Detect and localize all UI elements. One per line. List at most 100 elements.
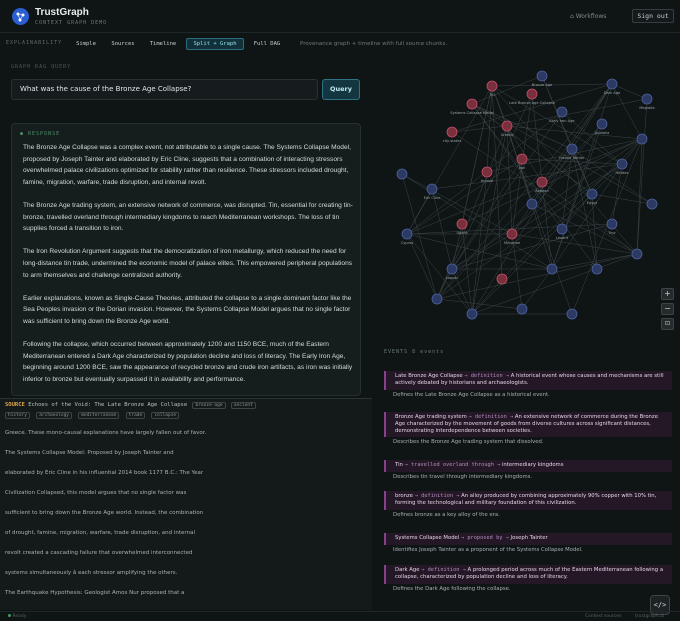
graph-node[interactable] [431, 293, 443, 305]
graph-node[interactable] [546, 263, 558, 275]
graph-node-label: Levant [556, 236, 569, 240]
source-title: Echoes of the Void: The Late Bronze Age … [28, 402, 188, 408]
query-input[interactable]: What was the cause of the Bronze Age Col… [11, 79, 318, 100]
source-chip: ancient [230, 402, 256, 409]
graph-node[interactable] [616, 158, 628, 170]
source-chip: collapse [151, 412, 180, 419]
sign-out-button[interactable]: Sign out [632, 9, 674, 23]
query-label: GRAPH RAG QUERY [11, 64, 72, 70]
graph-node[interactable] [566, 308, 578, 320]
provenance-graph[interactable]: Bronze Age Tin Late Bronze Age Collapse Dar… [372, 64, 680, 346]
zoom-out-button[interactable]: − [661, 303, 674, 315]
tab-timeline[interactable]: Timeline [144, 38, 182, 50]
tab-simple[interactable]: Simple [70, 38, 102, 50]
event-relation: → travelled overland through → [404, 462, 501, 468]
graph-node[interactable] [516, 303, 528, 315]
event-subject: Bronze Age trading system [395, 414, 467, 420]
event-item[interactable]: Systems Collapse Model → proposed by → J… [384, 533, 672, 553]
graph-edge [406, 233, 553, 270]
event-object: Joseph Tainter [510, 535, 548, 541]
tab-sources[interactable]: Sources [106, 38, 140, 50]
source-chip: archaeology [36, 412, 72, 419]
graph-edge [471, 253, 638, 315]
app-header: TrustGraph CONTEXT GRAPH DEMO ⌂ Workflow… [0, 0, 680, 33]
event-subject: Late Bronze Age Collapse [395, 373, 463, 379]
event-item[interactable]: Dark Age → definition → A prolonged peri… [384, 565, 672, 592]
graph-node[interactable] [466, 308, 478, 320]
event-triple: Dark Age → definition → A prolonged peri… [384, 565, 672, 584]
graph-node[interactable] [596, 118, 608, 130]
zoom-in-button[interactable]: + [661, 288, 674, 300]
source-chip: mediterranean [78, 412, 120, 419]
graph-node[interactable] [536, 176, 548, 188]
graph-node[interactable] [591, 263, 603, 275]
graph-node[interactable] [426, 183, 438, 195]
tab-full-dag[interactable]: Full DAG [248, 38, 286, 50]
event-triple: Tin → travelled overland through → inter… [384, 460, 672, 472]
graph-edge [451, 125, 508, 133]
response-panel: ● RESPONSE The Bronze Age Collapse was a… [11, 123, 361, 396]
graph-node[interactable] [526, 88, 538, 100]
event-description: Describes the Bronze Age trading system … [393, 439, 544, 446]
source-line: Greece. These mono-causal explanations h… [5, 430, 207, 436]
graph-node[interactable] [586, 188, 598, 200]
graph-node-label: Megiddo [639, 106, 654, 110]
graph-node[interactable] [526, 198, 538, 210]
graph-node[interactable] [646, 198, 658, 210]
graph-node-label: Greece [501, 133, 515, 137]
graph-edge [471, 163, 623, 315]
source-tag: SOURCE [5, 402, 25, 408]
graph-node[interactable] [516, 153, 528, 165]
graph-node[interactable] [496, 273, 508, 285]
event-triple: Systems Collapse Model → proposed by → J… [384, 533, 672, 545]
graph-node[interactable] [456, 218, 468, 230]
query-button[interactable]: Query [322, 79, 360, 100]
event-item[interactable]: Bronze Age trading system → definition →… [384, 412, 672, 445]
graph-node-label: Joseph Tainter [558, 156, 585, 160]
graph-node[interactable] [446, 126, 458, 138]
trustgraph-logo-icon [12, 8, 29, 25]
source-chips: history archaeology mediterranean trade … [3, 410, 180, 419]
source-line: sufficient to bring down the Bronze Age … [5, 510, 204, 516]
graph-node[interactable] [486, 80, 498, 92]
graph-node[interactable] [536, 70, 548, 82]
graph-node-label: copper [446, 276, 459, 280]
graph-node-label: Early Iron Age [549, 119, 575, 123]
graph-node[interactable] [606, 218, 618, 230]
graph-node[interactable] [446, 263, 458, 275]
graph-node[interactable] [631, 248, 643, 260]
graph-node[interactable] [401, 228, 413, 240]
response-paragraph: The Bronze Age trading system, an extens… [23, 201, 353, 233]
graph-node-label: Late Bronze Age Collapse [509, 101, 556, 105]
event-relation: → definition → [464, 373, 510, 379]
graph-node[interactable] [501, 120, 513, 132]
graph-node[interactable] [396, 168, 408, 180]
graph-node[interactable] [466, 98, 478, 110]
tab-split-graph[interactable]: Split + Graph [186, 38, 244, 50]
event-description: Defines bronze as a key alloy of the era… [393, 511, 500, 518]
graph-node[interactable] [641, 93, 653, 105]
graph-node[interactable] [606, 78, 618, 90]
graph-node[interactable] [636, 133, 648, 145]
graph-canvas[interactable]: Bronze Age Tin Late Bronze Age Collapse Dar… [372, 64, 680, 346]
event-relation: → definition → [421, 567, 466, 573]
source-line: Civilization Collapsed, this model argue… [5, 490, 187, 496]
tab-description: Provenance graph + timeline with full so… [300, 41, 448, 47]
graph-edge [436, 83, 613, 300]
event-item[interactable]: bronze → definition → An alloy produced … [384, 491, 672, 518]
graph-edge [551, 163, 623, 270]
event-relation: → definition → [414, 493, 460, 499]
source-line: The Earthquake Hypothesis: Geologist Amo… [5, 590, 185, 596]
graph-node[interactable] [506, 228, 518, 240]
fit-view-button[interactable]: ⊡ [661, 318, 674, 330]
event-item[interactable]: Late Bronze Age Collapse → definition → … [384, 371, 672, 398]
graph-node[interactable] [481, 166, 493, 178]
graph-node[interactable] [556, 223, 568, 235]
graph-node[interactable] [566, 143, 578, 155]
event-subject: Systems Collapse Model [395, 535, 460, 541]
workflows-link[interactable]: ⌂ Workflows [570, 13, 606, 20]
graph-node[interactable] [556, 106, 568, 118]
graph-node-label: bronze [481, 179, 494, 183]
event-item[interactable]: Tin → travelled overland through → inter… [384, 460, 672, 480]
event-triple: bronze → definition → An alloy produced … [384, 491, 672, 510]
